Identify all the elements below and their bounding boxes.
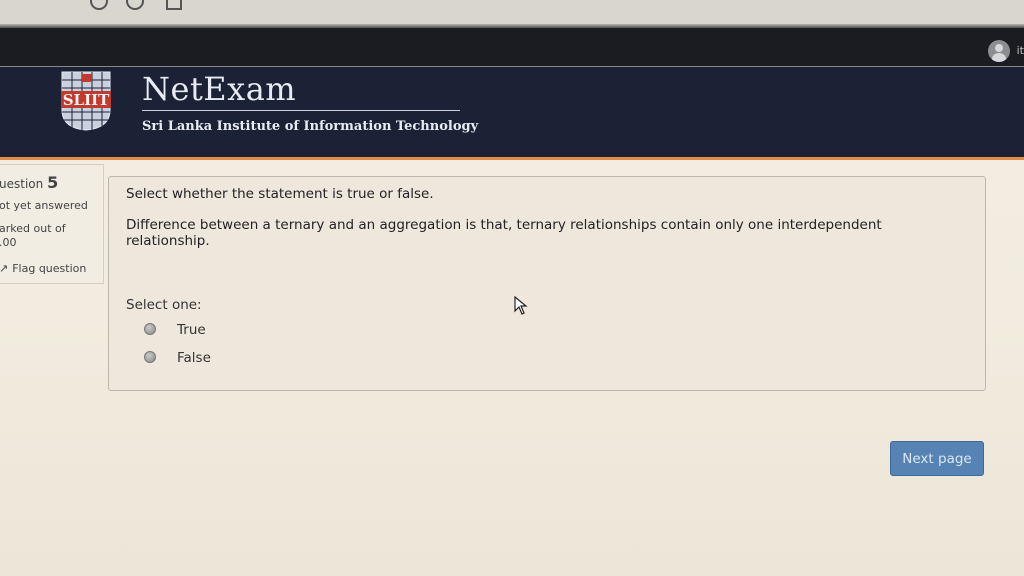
reader-icon[interactable] <box>166 0 182 10</box>
flag-question-link[interactable]: ↗ Flag question <box>0 262 86 275</box>
user-name[interactable]: it <box>1017 44 1024 57</box>
select-one-label: Select one: <box>126 297 202 313</box>
info-icon[interactable] <box>126 0 144 10</box>
radio-button[interactable] <box>144 323 156 335</box>
question-info-block: uestion 5 ot yet answered arked out of .… <box>0 164 104 284</box>
mouse-cursor-icon <box>514 296 528 315</box>
question-label: uestion <box>0 177 44 191</box>
top-navbar: it <box>0 28 1024 66</box>
marked-out-of-label: arked out of <box>0 222 66 235</box>
flag-question-label[interactable]: Flag question <box>12 262 86 275</box>
question-panel <box>108 176 986 391</box>
question-number: 5 <box>47 173 59 192</box>
brand-subtitle: Sri Lanka Institute of Information Techn… <box>142 119 479 134</box>
accent-rule <box>0 157 1024 160</box>
option-label[interactable]: False <box>177 350 211 366</box>
brand-title: NetExam <box>142 70 297 108</box>
question-number-label: uestion 5 <box>0 173 58 192</box>
radio-button[interactable] <box>144 351 156 363</box>
option-label[interactable]: True <box>177 322 206 338</box>
reload-icon[interactable] <box>90 0 108 10</box>
sliit-logo: SLIIT <box>61 71 111 131</box>
next-page-button[interactable]: Next page <box>890 441 984 476</box>
user-avatar-icon[interactable] <box>988 40 1010 62</box>
brand-rule <box>142 110 460 111</box>
question-statement: Difference between a ternary and an aggr… <box>126 217 882 249</box>
header-divider <box>0 66 1024 67</box>
logo-text: SLIIT <box>63 91 110 109</box>
question-mark: .00 <box>0 236 17 249</box>
question-instruction: Select whether the statement is true or … <box>126 186 434 202</box>
question-status: ot yet answered <box>0 199 88 212</box>
flag-icon[interactable]: ↗ <box>0 262 8 275</box>
browser-chrome <box>0 0 1024 26</box>
